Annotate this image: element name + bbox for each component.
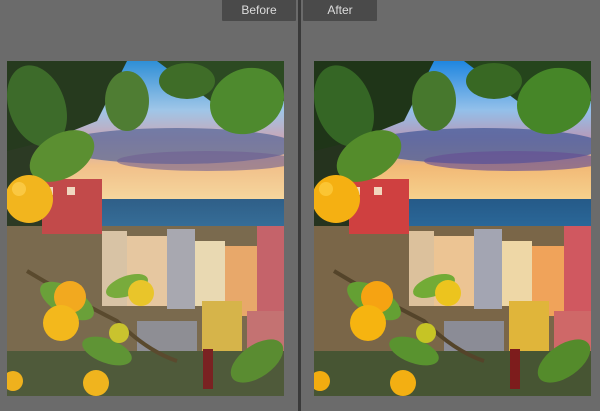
before-pane: Before — [0, 0, 298, 411]
after-pane: After — [301, 0, 600, 411]
after-photo — [314, 61, 591, 396]
before-photo — [7, 61, 284, 396]
before-label: Before — [222, 0, 296, 21]
after-label: After — [303, 0, 377, 21]
